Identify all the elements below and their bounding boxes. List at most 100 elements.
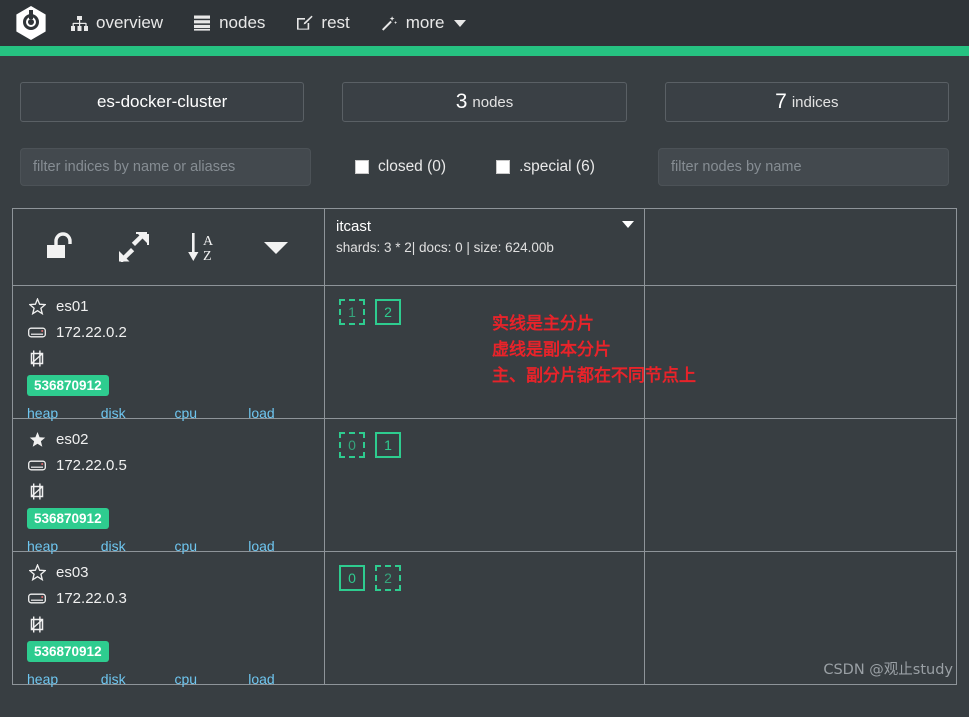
node-cell-es03: es03 172.22.0.3 536870912 heap disk cpu …: [13, 552, 325, 687]
node-ip-line: 172.22.0.2: [27, 322, 312, 342]
table-row: es02 172.22.0.5 536870912 heap disk cpu …: [13, 418, 956, 554]
index-meta: shards: 3 * 2| docs: 0 | size: 624.00b: [336, 240, 554, 255]
star-outline-icon[interactable]: [27, 563, 47, 581]
shard-primary[interactable]: 1: [375, 432, 401, 458]
filter-nodes-input[interactable]: [658, 148, 949, 186]
sort-alpha-asc-icon[interactable]: A Z: [169, 209, 241, 285]
metric-load: load: [248, 671, 312, 690]
nav-item-overview[interactable]: overview: [70, 13, 163, 33]
metric-heap: heap: [27, 671, 91, 690]
shard-replica[interactable]: 2: [375, 565, 401, 591]
nav-item-more[interactable]: more: [380, 13, 466, 33]
node-cell-es01: es01 172.22.0.2 536870912 heap disk cpu …: [13, 286, 325, 421]
checkbox-closed-label: closed (0): [378, 158, 447, 175]
node-ip-line: 172.22.0.3: [27, 588, 312, 608]
indices-count-unit: indices: [791, 93, 839, 111]
node-role-line: [27, 614, 312, 634]
node-name: es03: [56, 563, 89, 581]
indices-count-value: 7: [775, 90, 787, 113]
metric-disk-label: disk: [100, 671, 126, 687]
nav-item-rest[interactable]: rest: [295, 13, 350, 33]
nodes-count-unit: nodes: [472, 93, 514, 111]
node-name-line: es03: [27, 562, 312, 582]
server-icon: [27, 456, 47, 474]
table-row: es01 172.22.0.2 536870912 heap disk cpu …: [13, 285, 956, 421]
node-heap-badge: 536870912: [27, 508, 109, 529]
chevron-down-icon[interactable]: [453, 19, 466, 27]
shard-list: 0 2: [325, 552, 644, 591]
node-role-line: [27, 481, 312, 501]
star-outline-icon[interactable]: [27, 297, 47, 315]
cerebro-logo-icon[interactable]: [14, 6, 48, 40]
shards-cell-es03: 0 2: [325, 552, 645, 684]
annotation-line-3: 主、副分片都在不同节点上: [492, 365, 696, 386]
unlock-icon[interactable]: [25, 209, 97, 285]
shards-cell-es02: 0 1: [325, 419, 645, 551]
checkbox-special-box[interactable]: [496, 160, 511, 174]
nav-label-rest: rest: [321, 13, 350, 32]
metric-disk: disk: [101, 671, 165, 690]
magic-wand-icon: [380, 14, 398, 32]
cluster-health-bar: [0, 46, 969, 56]
checkbox-special[interactable]: .special (6): [496, 158, 595, 176]
server-list-icon: [193, 14, 211, 32]
sitemap-icon: [70, 14, 88, 32]
nav-label-nodes: nodes: [219, 13, 266, 32]
grid-header-row: A Z itcast shards: 3 * 2| docs: 0 | size…: [13, 209, 956, 285]
nodes-count-value: 3: [455, 90, 468, 113]
table-row: es03 172.22.0.3 536870912 heap disk cpu …: [13, 551, 956, 687]
caret-down-icon[interactable]: [622, 221, 634, 228]
data-node-icon: [27, 615, 47, 633]
shard-replica[interactable]: 1: [339, 299, 365, 325]
nav-label-overview: overview: [96, 13, 164, 32]
nodes-count-box[interactable]: 3 nodes: [342, 82, 627, 122]
main-content: es-docker-cluster 3 nodes 7 indices clos…: [0, 56, 969, 687]
indices-count-box[interactable]: 7 indices: [664, 82, 949, 122]
node-ip: 172.22.0.2: [56, 323, 127, 341]
node-heap-badge: 536870912: [27, 641, 109, 662]
node-name: es02: [56, 430, 89, 448]
index-name[interactable]: itcast: [336, 218, 633, 235]
checkbox-special-label: .special (6): [519, 158, 595, 175]
svg-text:A: A: [203, 234, 214, 249]
metric-cpu: cpu: [175, 671, 239, 690]
filter-indices-input[interactable]: [20, 148, 311, 186]
checkbox-closed[interactable]: closed (0): [355, 158, 446, 176]
data-node-icon: [27, 349, 47, 367]
watermark: CSDN @观止study: [823, 662, 953, 678]
node-name-line: es02: [27, 429, 312, 449]
annotation-line-1: 实线是主分片: [492, 314, 594, 334]
server-icon: [27, 589, 47, 607]
shard-primary[interactable]: 0: [339, 565, 365, 591]
checkbox-closed-box[interactable]: [355, 160, 369, 174]
server-icon: [27, 323, 47, 341]
nav-label-more: more: [405, 13, 445, 32]
node-metrics: heap disk cpu load: [27, 671, 312, 690]
cluster-name-box[interactable]: es-docker-cluster: [20, 82, 305, 122]
cluster-name-label: es-docker-cluster: [96, 92, 228, 111]
chevron-down-icon[interactable]: [240, 209, 312, 285]
data-node-icon: [27, 482, 47, 500]
shard-list: 0 1: [325, 419, 644, 458]
metric-cpu-label: cpu: [174, 671, 198, 687]
grid-toolbar: A Z: [13, 209, 324, 285]
node-ip-line: 172.22.0.5: [27, 455, 312, 475]
annotation-overlay: 实线是主分片 虚线是副本分片 主、副分片都在不同节点上: [492, 312, 696, 389]
expand-arrows-icon[interactable]: [97, 209, 169, 285]
svg-text:Z: Z: [203, 249, 212, 263]
nav-item-nodes[interactable]: nodes: [193, 13, 265, 33]
blank-cell: [645, 419, 956, 551]
node-heap-badge: 536870912: [27, 375, 109, 396]
node-ip: 172.22.0.5: [56, 456, 127, 474]
grid-toolbar-cell: A Z: [13, 209, 325, 285]
edit-square-icon: [295, 14, 313, 32]
shard-replica[interactable]: 0: [339, 432, 365, 458]
node-ip: 172.22.0.3: [56, 589, 127, 607]
star-filled-icon[interactable]: [27, 430, 47, 448]
cluster-grid: A Z itcast shards: 3 * 2| docs: 0 | size…: [12, 208, 957, 687]
shard-primary[interactable]: 2: [375, 299, 401, 325]
filters-row: closed (0) .special (6): [0, 122, 969, 186]
annotation-line-2: 虚线是副本分片: [492, 339, 611, 360]
cluster-grid-wrapper: A Z itcast shards: 3 * 2| docs: 0 | size…: [0, 186, 969, 687]
grid-header-blank-cell: [645, 209, 956, 285]
